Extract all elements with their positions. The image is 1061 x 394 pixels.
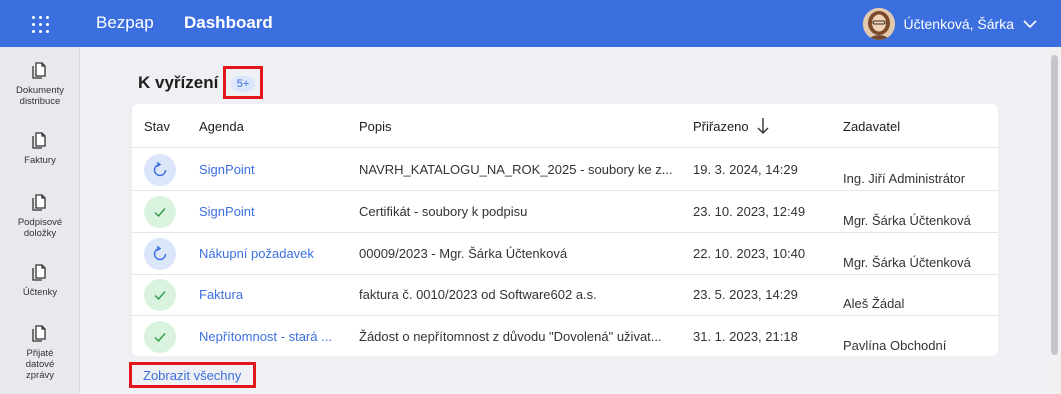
refresh-icon [153, 245, 167, 261]
agenda-link[interactable]: SignPoint [199, 162, 255, 177]
column-header-popis: Popis [359, 119, 392, 134]
table-row[interactable]: Faktura faktura č. 0010/2023 od Software… [132, 274, 998, 316]
highlight-box-show-all [129, 362, 256, 388]
user-menu[interactable]: Účtenková, Šárka [862, 8, 1038, 40]
cell-zadavatel: Aleš Žádal [843, 295, 905, 311]
sidebar-item-uctenky[interactable]: Účtenky [0, 261, 80, 298]
sidebar-item-label: Faktury [24, 155, 56, 166]
status-done [144, 321, 176, 353]
sidebar-item-prijate-datove-zpravy[interactable]: Přijaté datové zprávy [0, 322, 80, 381]
table-row[interactable]: Nepřítomnost - stará ... Žádost o nepřít… [132, 316, 998, 358]
column-header-zadavatel: Zadavatel [843, 119, 901, 134]
agenda-link[interactable]: Nepřítomnost - stará ... [199, 329, 332, 344]
status-done [144, 279, 176, 311]
top-bar: Bezpap Dashboard Účtenková, Šárka [0, 0, 1061, 47]
cell-prirazeno: 23. 5. 2023, 14:29 [693, 287, 798, 302]
arrow-down-icon[interactable] [756, 116, 770, 136]
cell-popis: Žádost o nepřítomnost z důvodu "Dovolená… [359, 329, 662, 344]
cell-popis: Certifikát - soubory k podpisu [359, 204, 528, 219]
sidebar-item-label: zprávy [26, 370, 54, 381]
check-icon [154, 333, 166, 343]
check-icon [154, 208, 166, 218]
refresh-icon [153, 161, 167, 177]
document-icon [32, 62, 46, 79]
sidebar-item-dokumenty-distribuce[interactable]: Dokumenty distribuce [0, 59, 80, 107]
column-header-prirazeno[interactable]: Přiřazeno [693, 119, 749, 134]
document-icon [32, 132, 46, 149]
sidebar-item-label: datové [25, 359, 55, 370]
table-row[interactable]: SignPoint Certifikát - soubory k podpisu… [132, 191, 998, 233]
sidebar-item-label: Dokumenty [15, 85, 65, 96]
cell-popis: NAVRH_KATALOGU_NA_ROK_2025 - soubory ke … [359, 162, 673, 177]
cell-zadavatel: Ing. Jiří Administrátor [843, 170, 966, 186]
agenda-link[interactable]: Nákupní požadavek [199, 246, 314, 261]
chevron-down-icon [1023, 19, 1037, 28]
avatar [862, 8, 895, 40]
status-in-progress [144, 154, 176, 186]
highlight-box-badge [223, 66, 263, 99]
check-icon [154, 291, 166, 301]
cell-zadavatel: Mgr. Šárka Účtenková [843, 212, 971, 228]
apps-grid-icon[interactable] [30, 14, 50, 34]
sidebar-item-podpisove-dolozky[interactable]: Podpisové doložky [0, 191, 80, 239]
status-in-progress [144, 238, 176, 270]
sidebar-item-faktury[interactable]: Faktury [0, 129, 80, 166]
page-title[interactable]: Dashboard [184, 13, 273, 33]
sidebar-item-label: doložky [23, 228, 57, 239]
document-icon [32, 264, 46, 281]
cell-prirazeno: 22. 10. 2023, 10:40 [693, 246, 806, 261]
cell-prirazeno: 23. 10. 2023, 12:49 [693, 204, 806, 219]
document-icon [32, 325, 46, 342]
cell-zadavatel: Pavlína Obchodní [843, 337, 947, 353]
sidebar: Dokumenty distribuce Faktury Podpisové d… [0, 47, 80, 394]
agenda-link[interactable]: SignPoint [199, 204, 255, 219]
sidebar-item-label: Účtenky [22, 287, 58, 298]
document-icon [32, 194, 46, 211]
brand-link[interactable]: Bezpap [96, 13, 154, 33]
table-row[interactable]: Nákupní požadavek 00009/2023 - Mgr. Šárk… [132, 233, 998, 275]
sidebar-item-label: Podpisové [17, 217, 63, 228]
status-done [144, 196, 176, 228]
tasks-table: Stav Agenda Popis Přiřazeno Zadavatel Si… [132, 104, 998, 356]
sidebar-item-label: distribuce [19, 96, 61, 107]
column-header-agenda: Agenda [199, 119, 244, 134]
cell-prirazeno: 31. 1. 2023, 21:18 [693, 329, 798, 344]
column-header-stav: Stav [144, 119, 171, 134]
cell-popis: faktura č. 0010/2023 od Software602 a.s. [359, 287, 597, 302]
scrollbar-thumb[interactable] [1051, 55, 1058, 355]
agenda-link[interactable]: Faktura [199, 287, 243, 302]
sidebar-item-label: Přijaté [26, 348, 54, 359]
table-row[interactable]: SignPoint NAVRH_KATALOGU_NA_ROK_2025 - s… [132, 149, 998, 191]
section-title: K vyřízení [138, 73, 219, 92]
cell-prirazeno: 19. 3. 2024, 14:29 [693, 162, 798, 177]
table-header: Stav Agenda Popis Přiřazeno Zadavatel [132, 104, 998, 148]
scrollbar[interactable] [1048, 47, 1061, 394]
user-name: Účtenková, Šárka [903, 16, 1015, 32]
cell-popis: 00009/2023 - Mgr. Šárka Účtenková [359, 246, 568, 261]
